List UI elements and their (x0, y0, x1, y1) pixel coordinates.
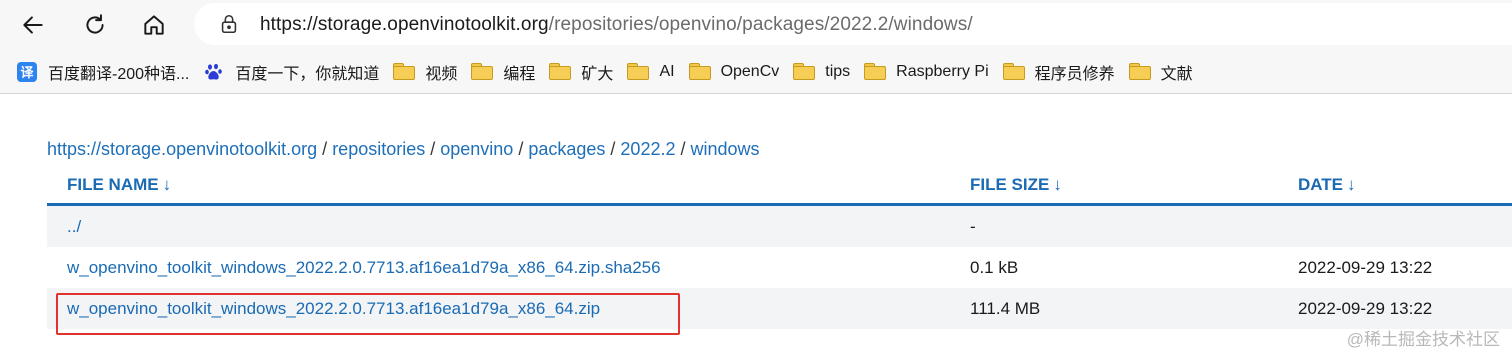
bookmark-folder-opencv[interactable]: OpenCv (687, 56, 789, 88)
table-row: w_openvino_toolkit_windows_2022.2.0.7713… (47, 247, 1512, 288)
sort-by-date-header[interactable]: DATE ↓ (1298, 175, 1356, 195)
url-path: /repositories/openvino/packages/2022.2/w… (548, 14, 973, 35)
bookmark-folder-wenxian[interactable]: 文献 (1127, 56, 1202, 88)
parent-directory-link[interactable]: ../ (67, 217, 81, 236)
breadcrumb-openvino-link[interactable]: openvino (440, 139, 513, 159)
file-size: 111.4 MB (970, 299, 1041, 318)
sha256-file-link[interactable]: w_openvino_toolkit_windows_2022.2.0.7713… (67, 258, 661, 277)
sort-by-name-header[interactable]: FILE NAME ↓ (67, 175, 171, 195)
bookmark-folder-kuangda[interactable]: 矿大 (547, 56, 622, 88)
breadcrumb-packages-link[interactable]: packages (528, 139, 605, 159)
breadcrumb-root-link[interactable]: https://storage.openvinotoolkit.org (47, 139, 317, 159)
file-date: 2022-09-29 13:22 (1298, 258, 1433, 277)
file-size: 0.1 kB (970, 258, 1019, 277)
bookmark-folder-biancheng[interactable]: 编程 (469, 56, 544, 88)
bookmark-folder-raspberry-pi[interactable]: Raspberry Pi (862, 56, 997, 88)
sort-arrow-icon: ↓ (1053, 175, 1062, 194)
bookmark-folder-ai[interactable]: AI (625, 56, 683, 88)
table-header: FILE NAME ↓ FILE SIZE ↓ DATE ↓ (47, 166, 1512, 206)
watermark: @稀土掘金技术社区 (1346, 330, 1500, 349)
bookmark-label: Raspberry Pi (896, 62, 989, 80)
folder-icon (471, 63, 494, 80)
back-button[interactable] (14, 6, 52, 44)
browser-toolbar: https://storage.openvinotoolkit.org/repo… (0, 0, 1512, 50)
breadcrumb: https://storage.openvinotoolkit.org / repo… (47, 139, 760, 160)
folder-icon (1002, 63, 1025, 80)
file-size: - (970, 217, 976, 236)
breadcrumb-version-link[interactable]: 2022.2 (620, 139, 675, 159)
bookmark-label: 百度翻译-200种语... (48, 65, 190, 83)
folder-icon (1128, 63, 1151, 80)
sort-arrow-icon: ↓ (1347, 175, 1356, 194)
home-icon (144, 15, 164, 35)
breadcrumb-windows-link[interactable]: windows (691, 139, 760, 159)
arrow-left-icon (23, 16, 43, 34)
bookmark-label: 百度一下，你就知道 (235, 65, 380, 83)
highlight-box (56, 293, 680, 335)
bookmarks-bar: 译 百度翻译-200种语... 百度一下，你就知道 视频 编程 矿大 AI Op… (0, 50, 1512, 94)
breadcrumb-separator: / (610, 139, 616, 159)
url-host: https://storage.openvinotoolkit.org (260, 14, 549, 35)
breadcrumb-separator: / (518, 139, 524, 159)
lock-icon[interactable] (218, 13, 240, 35)
translate-icon: 译 (17, 61, 37, 82)
bookmark-baidu[interactable]: 百度一下，你就知道 (201, 56, 388, 88)
table-row: ../ - (47, 206, 1512, 247)
url-text[interactable]: https://storage.openvinotoolkit.org/repo… (260, 14, 973, 36)
bookmark-folder-chengxuyuan[interactable]: 程序员修养 (1001, 56, 1124, 88)
bookmark-baidu-fanyi[interactable]: 译 百度翻译-200种语... (14, 56, 198, 88)
home-button[interactable] (135, 6, 173, 44)
breadcrumb-separator: / (322, 139, 328, 159)
refresh-button[interactable] (76, 6, 114, 44)
breadcrumb-repositories-link[interactable]: repositories (332, 139, 425, 159)
breadcrumb-separator: / (680, 139, 686, 159)
file-date: 2022-09-29 13:22 (1298, 299, 1433, 318)
bookmark-label: OpenCv (720, 62, 780, 80)
folder-icon (688, 63, 711, 80)
sort-arrow-icon: ↓ (162, 175, 172, 194)
bookmark-label: AI (659, 62, 675, 80)
bookmark-folder-tips[interactable]: tips (791, 56, 859, 88)
header-label: DATE (1298, 175, 1344, 194)
bookmark-label: 矿大 (581, 65, 614, 83)
refresh-icon (86, 14, 104, 34)
bookmark-label: 程序员修养 (1034, 65, 1115, 83)
folder-icon (549, 63, 572, 80)
breadcrumb-separator: / (430, 139, 436, 159)
bookmark-label: 视频 (425, 65, 458, 83)
bookmark-folder-shipin[interactable]: 视频 (391, 56, 466, 88)
bookmark-label: 文献 (1160, 65, 1193, 83)
bookmark-label: tips (825, 62, 851, 80)
folder-icon (627, 63, 650, 80)
header-label: FILE SIZE (970, 175, 1050, 194)
folder-icon (793, 63, 816, 80)
bookmark-label: 编程 (503, 65, 536, 83)
header-label: FILE NAME (67, 175, 159, 194)
sort-by-size-header[interactable]: FILE SIZE ↓ (970, 175, 1062, 195)
folder-icon (864, 63, 887, 80)
address-bar[interactable]: https://storage.openvinotoolkit.org/repo… (194, 3, 1512, 45)
folder-icon (393, 63, 416, 80)
baidu-paw-icon (205, 63, 223, 79)
